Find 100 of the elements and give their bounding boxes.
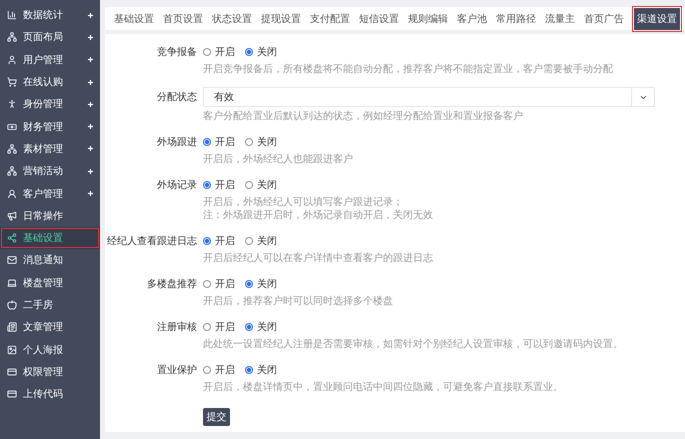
menu-icon [7, 255, 17, 266]
sidebar-label: 数据统计 [23, 8, 64, 22]
radio-option[interactable]: 开启 [203, 45, 235, 59]
menu-icon [7, 144, 17, 154]
menu-icon [7, 32, 17, 42]
field-label: 外场跟进 [156, 136, 197, 149]
sidebar-item[interactable]: 营销活动 [0, 160, 100, 182]
sidebar-label: 日常操作 [23, 210, 64, 223]
menu-icon [7, 54, 17, 65]
radio-label: 开启 [215, 320, 235, 334]
radio-option[interactable]: 开启 [203, 178, 235, 192]
sidebar-label: 财务管理 [23, 120, 64, 134]
sidebar-label: 文章管理 [23, 320, 64, 334]
menu-icon [7, 99, 17, 110]
select-field[interactable]: 有效 [203, 87, 655, 107]
help-text: 客户分配给置业后默认到达的状态，例如经理分配给置业和置业报备客户 [203, 110, 524, 123]
radio-label: 关闭 [257, 234, 277, 248]
radio-label: 开启 [215, 46, 235, 59]
tab[interactable]: 提现设置 [258, 12, 304, 26]
radio-option[interactable]: 开启 [203, 135, 235, 149]
tab[interactable]: 规则编辑 [405, 12, 451, 26]
menu-icon [7, 233, 17, 244]
help-text: 开启后，外场经纪人可以填写客户跟进记录； 注：外场跟进开启时，外场记录自动开启，关闭无效 [203, 196, 434, 222]
field-label: 注册审核 [156, 320, 197, 334]
radio-label: 开启 [215, 364, 235, 377]
sidebar-item[interactable]: 客户管理 [0, 182, 100, 205]
radio-label: 开启 [215, 178, 235, 192]
radio-option[interactable]: 开启 [203, 234, 235, 248]
radio-option[interactable]: 关闭 [245, 320, 277, 334]
sidebar-label: 二手房 [23, 298, 54, 312]
tab[interactable]: 支付配置 [307, 12, 353, 26]
field-label: 经纪人查看跟进日志 [106, 234, 197, 248]
sidebar-item[interactable]: 素材管理 [0, 138, 100, 160]
sidebar-item[interactable]: 上传代码 [0, 383, 100, 406]
tab[interactable]: 首页广告 [581, 12, 627, 26]
menu-icon [7, 166, 17, 176]
radio-label: 开启 [215, 278, 235, 291]
sidebar-item[interactable]: 身份管理 [0, 93, 100, 116]
sidebar-item[interactable]: 数据统计 [0, 4, 100, 26]
sidebar-item[interactable]: 权限管理 [0, 360, 100, 384]
radio-option[interactable]: 关闭 [245, 363, 277, 377]
sidebar-label: 消息通知 [23, 254, 64, 268]
sidebar-label: 基础设置 [23, 232, 64, 246]
help-text: 此处统一设置经纪人注册是否需要审核，如需针对个别经纪人设置审核，可以到邀请码内设置。 [203, 338, 624, 351]
sidebar-item[interactable]: 个人海报 [0, 338, 100, 361]
sidebar-item[interactable]: 财务管理 [0, 115, 100, 138]
radio-option[interactable]: 关闭 [245, 234, 277, 248]
field-label: 竞争报备 [156, 46, 197, 59]
sidebar-item[interactable]: 日常操作 [0, 204, 100, 227]
radio-label: 关闭 [257, 278, 277, 291]
tab[interactable]: 基础设置 [111, 12, 157, 26]
menu-icon [7, 300, 17, 310]
sidebar-label: 用户管理 [23, 54, 64, 67]
help-text: 开启竞争报备后，所有楼盘将不能自动分配，推荐客户将不能指定置业，客户需要被手动分配 [203, 63, 614, 76]
sidebar-label: 楼盘管理 [23, 276, 64, 290]
menu-icon [7, 10, 17, 20]
field-label: 分配状态 [156, 90, 197, 104]
menu-icon [7, 278, 17, 288]
menu-icon [7, 122, 17, 132]
menu-icon [7, 366, 17, 377]
radio-label: 关闭 [257, 178, 277, 192]
sidebar-label: 上传代码 [23, 388, 64, 402]
radio-option[interactable]: 开启 [203, 320, 235, 334]
tab[interactable]: 首页设置 [160, 12, 206, 26]
radio-option[interactable]: 关闭 [245, 178, 277, 192]
sidebar-label: 页面布局 [23, 31, 64, 44]
sidebar-item[interactable]: 消息通知 [0, 249, 100, 272]
tab[interactable]: 短信设置 [356, 12, 402, 26]
field-label: 置业保护 [156, 364, 197, 377]
help-text: 开启后，外场经纪人也能跟进客户 [203, 153, 354, 166]
sidebar-item[interactable]: 文章管理 [0, 316, 100, 338]
submit-button[interactable]: 提交 [203, 408, 230, 426]
menu-icon [7, 389, 17, 400]
sidebar-item[interactable]: 楼盘管理 [0, 272, 100, 294]
help-text: 开启后，推荐客户时可以同时选择多个楼盘 [203, 295, 394, 308]
radio-option[interactable]: 关闭 [245, 45, 277, 59]
tab[interactable]: 客户池 [454, 12, 490, 26]
sidebar-item[interactable]: 在线认购 [0, 70, 100, 94]
sidebar-item[interactable]: 二手房 [0, 294, 100, 316]
menu-icon [7, 188, 17, 199]
radio-option[interactable]: 关闭 [245, 277, 277, 291]
radio-option[interactable]: 开启 [203, 363, 235, 377]
menu-icon [7, 344, 17, 355]
radio-label: 关闭 [257, 46, 277, 59]
field-label: 多楼盘推荐 [146, 278, 197, 291]
tab[interactable]: 常用路径 [493, 12, 539, 26]
radio-option[interactable]: 开启 [203, 277, 235, 291]
radio-option[interactable]: 关闭 [245, 135, 277, 149]
tab[interactable]: 状态设置 [209, 12, 255, 26]
radio-label: 关闭 [257, 136, 277, 149]
sidebar-item[interactable]: 用户管理 [0, 48, 100, 71]
tab[interactable]: 流量主 [542, 12, 578, 26]
select-value: 有效 [214, 91, 234, 104]
sidebar-label: 在线认购 [23, 76, 64, 90]
sidebar-item[interactable]: 页面布局 [0, 26, 100, 49]
field-label: 外场记录 [156, 179, 197, 192]
menu-icon [7, 210, 17, 221]
help-text: 开启后，楼盘详情页中，置业顾问电话中间四位隐藏，可避免客户直接联系置业。 [203, 381, 564, 394]
tab[interactable]: 渠道设置 [634, 8, 680, 30]
sidebar-item[interactable]: 基础设置 [0, 226, 100, 250]
